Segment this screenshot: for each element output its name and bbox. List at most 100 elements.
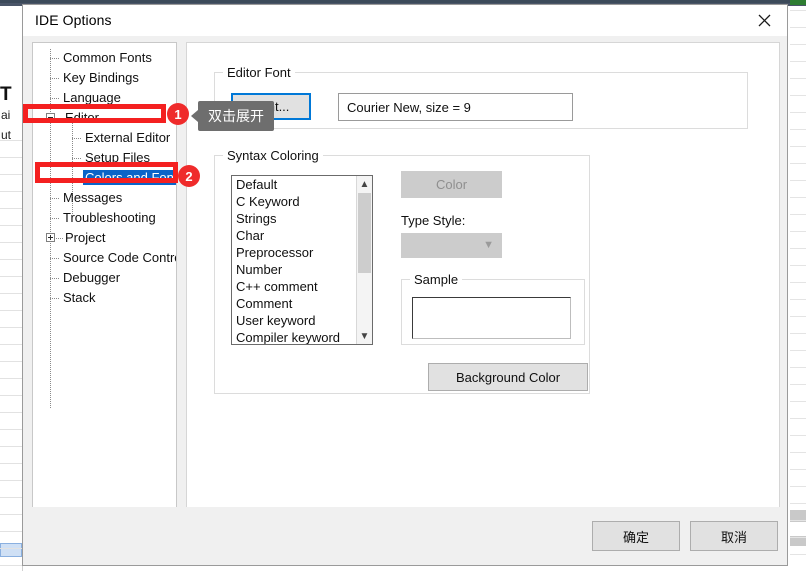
tree-connector xyxy=(50,258,60,259)
list-item[interactable]: Compiler keyword xyxy=(232,329,356,344)
background-right-row xyxy=(790,316,806,317)
background-right-row xyxy=(790,537,806,538)
background-grid-row xyxy=(0,531,22,532)
background-grid-row xyxy=(0,378,22,379)
tree-item-colors-and-fonts[interactable]: Colors and Fonts xyxy=(83,168,176,188)
tree-item-external-editor[interactable]: External Editor xyxy=(83,128,172,148)
tree-item-troubleshooting[interactable]: Troubleshooting xyxy=(61,208,158,228)
tree-item-label: Common Fonts xyxy=(63,50,152,65)
tree-connector xyxy=(50,298,60,299)
list-item[interactable]: User keyword xyxy=(232,312,356,329)
tree-connector xyxy=(50,98,60,99)
background-right-row xyxy=(790,367,806,368)
background-grid-row xyxy=(0,259,22,260)
dialog-titlebar[interactable]: IDE Options xyxy=(23,5,787,36)
tree-expand-toggle-project[interactable] xyxy=(46,233,55,242)
background-right-row xyxy=(790,61,806,62)
list-item[interactable]: C Keyword xyxy=(232,193,356,210)
tree-item-stack[interactable]: Stack xyxy=(61,288,98,308)
ok-button[interactable]: 确定 xyxy=(592,521,680,551)
background-right-row xyxy=(790,452,806,453)
background-right-row xyxy=(790,44,806,45)
background-text-0: T xyxy=(0,84,12,105)
tree-connector xyxy=(72,178,82,179)
tree-item-label: Messages xyxy=(63,190,123,205)
background-right-row xyxy=(790,146,806,147)
syntax-coloring-group-label: Syntax Coloring xyxy=(227,148,319,163)
background-text-1: ai xyxy=(1,108,11,122)
background-grid-row xyxy=(0,276,22,277)
chevron-down-icon[interactable]: ▼ xyxy=(357,328,372,344)
background-grid-row xyxy=(0,140,22,141)
background-grid-row xyxy=(0,514,22,515)
options-content-pane: Editor Font Font... Courier New, size = … xyxy=(186,42,780,537)
sample-preview-box xyxy=(412,297,571,339)
syntax-item-listbox[interactable]: Default C Keyword Strings Char Preproces… xyxy=(231,175,373,345)
background-green-block xyxy=(790,0,806,5)
background-right-row xyxy=(790,503,806,504)
tree-connector xyxy=(50,278,60,279)
background-grid-row xyxy=(0,293,22,294)
tree-item-messages[interactable]: Messages xyxy=(61,188,124,208)
background-right-row xyxy=(790,401,806,402)
tree-item-language[interactable]: Language xyxy=(61,88,123,108)
tree-item-editor[interactable]: Editor xyxy=(63,108,101,128)
background-right-row xyxy=(790,180,806,181)
background-right-row xyxy=(790,384,806,385)
tree-item-source-code-control[interactable]: Source Code Contro xyxy=(61,248,176,268)
background-right-row xyxy=(790,435,806,436)
chevron-up-icon[interactable]: ▲ xyxy=(357,176,372,192)
list-item[interactable]: Char xyxy=(232,227,356,244)
dialog-footer: 确定 取消 xyxy=(23,507,787,565)
background-selected-row xyxy=(0,543,22,557)
cancel-button[interactable]: 取消 xyxy=(690,521,778,551)
list-item[interactable]: Strings xyxy=(232,210,356,227)
tree-item-project[interactable]: Project xyxy=(63,228,107,248)
sample-group: Sample xyxy=(401,272,585,345)
background-grid-row xyxy=(0,463,22,464)
background-right-row xyxy=(790,520,806,521)
tree-item-label: Editor xyxy=(65,110,99,125)
background-right-row xyxy=(790,231,806,232)
sample-group-label: Sample xyxy=(414,272,459,287)
tree-connector xyxy=(50,78,60,79)
background-color-button[interactable]: Background Color xyxy=(428,363,588,391)
tree-connector xyxy=(50,198,60,199)
type-style-dropdown[interactable]: ▼ xyxy=(401,233,502,258)
background-grid-row xyxy=(0,157,22,158)
syntax-list-scrollbar[interactable]: ▲ ▼ xyxy=(356,176,372,344)
color-button[interactable]: Color xyxy=(401,171,502,198)
list-item[interactable]: Number xyxy=(232,261,356,278)
background-grid-row xyxy=(0,361,22,362)
background-right-row xyxy=(790,129,806,130)
font-button[interactable]: Font... xyxy=(231,93,311,120)
list-item[interactable]: Comment xyxy=(232,295,356,312)
list-item[interactable]: C++ comment xyxy=(232,278,356,295)
background-grid-row xyxy=(0,548,22,549)
editor-font-group: Editor Font Font... Courier New, size = … xyxy=(214,65,748,129)
background-grid-row xyxy=(0,497,22,498)
syntax-item-options: Default C Keyword Strings Char Preproces… xyxy=(232,176,356,344)
tree-item-key-bindings[interactable]: Key Bindings xyxy=(61,68,141,88)
close-icon[interactable] xyxy=(742,5,787,36)
tree-item-label: Colors and Fonts xyxy=(83,170,176,185)
type-style-label: Type Style: xyxy=(401,213,466,228)
options-tree-inner: Common Fonts Key Bindings Language Edito… xyxy=(33,43,176,495)
background-right-row xyxy=(790,418,806,419)
tree-connector xyxy=(50,218,60,219)
list-item[interactable]: Preprocessor xyxy=(232,244,356,261)
tree-item-setup-files[interactable]: Setup Files xyxy=(83,148,152,168)
scrollbar-thumb[interactable] xyxy=(358,193,371,273)
background-right-row xyxy=(790,469,806,470)
options-tree[interactable]: Common Fonts Key Bindings Language Edito… xyxy=(32,42,177,519)
tree-item-label: Project xyxy=(65,230,106,245)
tree-item-debugger[interactable]: Debugger xyxy=(61,268,122,288)
tree-collapse-toggle-editor[interactable] xyxy=(46,113,55,122)
tree-item-common-fonts[interactable]: Common Fonts xyxy=(61,48,154,68)
background-right-row xyxy=(790,163,806,164)
list-item[interactable]: Default xyxy=(232,176,356,193)
background-grid-row xyxy=(0,174,22,175)
font-value-field[interactable]: Courier New, size = 9 xyxy=(338,93,573,121)
background-grid-row xyxy=(0,191,22,192)
background-grid-row xyxy=(0,565,22,566)
